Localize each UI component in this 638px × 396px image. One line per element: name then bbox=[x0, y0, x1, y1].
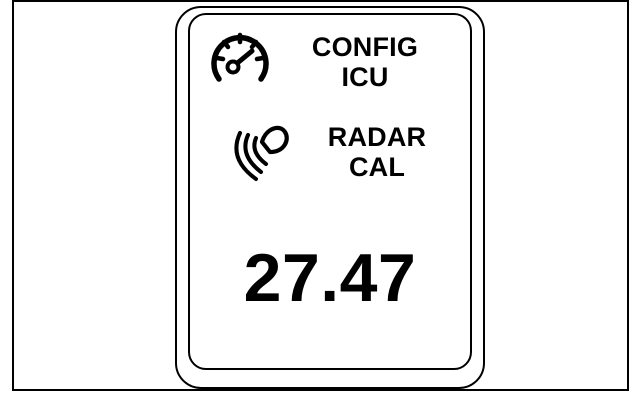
config-label-line2: ICU bbox=[341, 62, 389, 92]
radar-label-line2: CAL bbox=[348, 152, 406, 182]
calibration-value-readout: 27.47 bbox=[243, 240, 417, 316]
radar-cal-label: RADAR CAL bbox=[312, 122, 442, 182]
config-label-line1: CONFIG bbox=[311, 32, 419, 62]
radar-beam-icon bbox=[234, 125, 289, 181]
speedometer-icon bbox=[211, 32, 269, 82]
config-icu-label: CONFIG ICU bbox=[300, 32, 430, 92]
radar-label-line1: RADAR bbox=[327, 122, 427, 152]
